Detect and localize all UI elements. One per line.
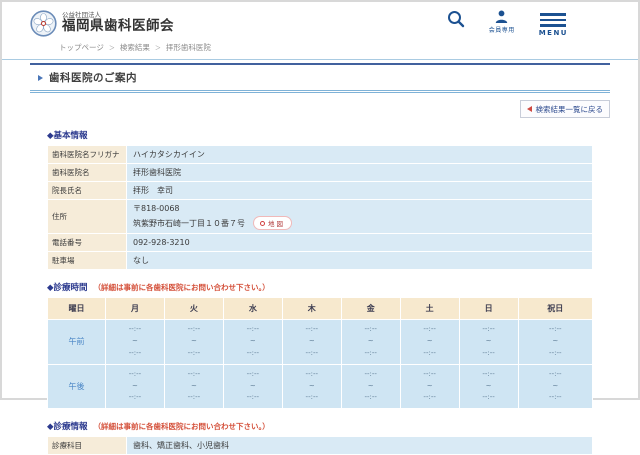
table-row-address: 住所 〒818-0068 筑紫野市石崎一丁目１０番７号 地図 — [48, 200, 593, 234]
hours-day-header: 月 — [106, 298, 165, 320]
menu-button[interactable]: MENU — [539, 10, 568, 37]
association-emblem-icon — [30, 10, 57, 37]
hours-day-header: 日 — [459, 298, 518, 320]
breadcrumb-home-link[interactable]: トップページ — [59, 42, 104, 53]
page-title-bar: 歯科医院のご案内 — [30, 63, 610, 93]
hours-day-header: 祝日 — [518, 298, 592, 320]
menu-label: MENU — [539, 29, 568, 37]
org-name: 福岡県歯科医師会 — [62, 19, 174, 35]
map-pin-icon — [260, 221, 265, 226]
hours-cell: --:--~--:-- — [518, 320, 592, 365]
site-header: 公益社団法人 福岡県歯科医師会 会員専用 MENU — [2, 2, 638, 60]
hours-day-header: 火 — [164, 298, 223, 320]
basic-info-heading: ◆基本情報 — [47, 129, 593, 141]
back-to-results-label: 検索結果一覧に戻る — [536, 104, 604, 115]
treatment-table: 診療科目 歯科、矯正歯科、小児歯科 — [47, 436, 593, 455]
hours-table: 曜日月火水木金土日祝日 午前--:--~--:----:--~--:----:-… — [47, 297, 593, 409]
table-row: 駐車場 なし — [48, 252, 593, 270]
hours-cell: --:--~--:-- — [341, 364, 400, 409]
treatment-heading: ◆診療情報 （詳細は事前に各歯科医院にお問い合わせ下さい。） — [47, 420, 593, 432]
site-logo[interactable]: 公益社団法人 福岡県歯科医師会 — [30, 10, 174, 37]
hours-cell: --:--~--:-- — [459, 364, 518, 409]
street-address: 筑紫野市石崎一丁目１０番７号 — [133, 218, 245, 229]
basic-info-table: 歯科医院名フリガナ ハイカタシカイイン 歯科医院名 拝形歯科医院 院長氏名 拝形… — [47, 145, 593, 270]
breadcrumb-current-page: 拝形歯科医院 — [166, 42, 211, 53]
hours-heading: ◆診療時間 （詳細は事前に各歯科医院にお問い合わせ下さい。） — [47, 281, 593, 293]
hamburger-icon — [540, 10, 566, 27]
search-icon — [447, 10, 465, 28]
treatment-departments-value: 歯科、矯正歯科、小児歯科 — [127, 437, 593, 455]
hours-header-row: 曜日月火水木金土日祝日 — [48, 298, 593, 320]
breadcrumb-separator: ＞ — [109, 43, 115, 52]
row-label: 歯科医院名 — [48, 164, 127, 182]
table-row: 電話番号 092-928-3210 — [48, 234, 593, 252]
table-row: 診療科目 歯科、矯正歯科、小児歯科 — [48, 437, 593, 455]
person-icon — [495, 10, 508, 23]
hours-cell: --:--~--:-- — [282, 364, 341, 409]
postal-code: 〒818-0068 — [133, 203, 586, 214]
clinic-name-value: 拝形歯科医院 — [127, 164, 593, 182]
address-value: 〒818-0068 筑紫野市石崎一丁目１０番７号 地図 — [127, 200, 593, 234]
hours-cell: --:--~--:-- — [400, 364, 459, 409]
members-only-label: 会員専用 — [489, 25, 515, 34]
hours-day-header: 金 — [341, 298, 400, 320]
row-label: 診療科目 — [48, 437, 127, 455]
treatment-heading-text: ◆診療情報 — [47, 420, 88, 432]
hours-day-header: 土 — [400, 298, 459, 320]
hours-cell: --:--~--:-- — [282, 320, 341, 365]
hours-cell: --:--~--:-- — [341, 320, 400, 365]
director-name-value: 拝形 幸司 — [127, 182, 593, 200]
hours-table-body: 午前--:--~--:----:--~--:----:--~--:----:--… — [48, 320, 593, 409]
row-label: 電話番号 — [48, 234, 127, 252]
hours-cell: --:--~--:-- — [164, 364, 223, 409]
members-only-button[interactable]: 会員専用 — [489, 10, 515, 34]
hours-cell: --:--~--:-- — [400, 320, 459, 365]
hours-cell: --:--~--:-- — [106, 364, 165, 409]
hours-note: （詳細は事前に各歯科医院にお問い合わせ下さい。） — [94, 282, 270, 293]
row-label: 駐車場 — [48, 252, 127, 270]
hours-day-header: 木 — [282, 298, 341, 320]
row-label: 住所 — [48, 200, 127, 234]
back-to-results-button[interactable]: 検索結果一覧に戻る — [520, 100, 611, 118]
breadcrumb-separator: ＞ — [155, 43, 161, 52]
hours-cell: --:--~--:-- — [164, 320, 223, 365]
parking-value: なし — [127, 252, 593, 270]
table-row: 歯科医院名 拝形歯科医院 — [48, 164, 593, 182]
hours-day-header: 曜日 — [48, 298, 106, 320]
hours-cell: --:--~--:-- — [459, 320, 518, 365]
phone-number-value: 092-928-3210 — [127, 234, 593, 252]
hours-row: 午前--:--~--:----:--~--:----:--~--:----:--… — [48, 320, 593, 365]
clinic-name-kana-value: ハイカタシカイイン — [127, 146, 593, 164]
row-label: 歯科医院名フリガナ — [48, 146, 127, 164]
hours-row-label: 午前 — [48, 320, 106, 365]
title-arrow-icon — [38, 75, 43, 81]
map-button-label: 地図 — [268, 218, 285, 228]
table-row: 院長氏名 拝形 幸司 — [48, 182, 593, 200]
breadcrumb-results-link[interactable]: 検索結果 — [120, 42, 150, 53]
row-label: 院長氏名 — [48, 182, 127, 200]
hours-cell: --:--~--:-- — [223, 364, 282, 409]
hours-row-label: 午後 — [48, 364, 106, 409]
main-content: 歯科医院のご案内 検索結果一覧に戻る ◆基本情報 歯科医院名フリガナ ハイカタシ… — [2, 60, 638, 455]
breadcrumb: トップページ ＞ 検索結果 ＞ 拝形歯科医院 — [2, 37, 638, 59]
hours-heading-text: ◆診療時間 — [47, 281, 88, 293]
basic-info-heading-text: ◆基本情報 — [47, 129, 88, 141]
back-arrow-icon — [527, 106, 532, 112]
page-title: 歯科医院のご案内 — [49, 70, 137, 85]
hours-cell: --:--~--:-- — [518, 364, 592, 409]
table-row: 歯科医院名フリガナ ハイカタシカイイン — [48, 146, 593, 164]
hours-day-header: 水 — [223, 298, 282, 320]
search-button[interactable] — [447, 10, 465, 28]
hours-cell: --:--~--:-- — [106, 320, 165, 365]
hours-row: 午後--:--~--:----:--~--:----:--~--:----:--… — [48, 364, 593, 409]
map-button[interactable]: 地図 — [253, 216, 292, 230]
hours-cell: --:--~--:-- — [223, 320, 282, 365]
treatment-note: （詳細は事前に各歯科医院にお問い合わせ下さい。） — [94, 421, 270, 432]
